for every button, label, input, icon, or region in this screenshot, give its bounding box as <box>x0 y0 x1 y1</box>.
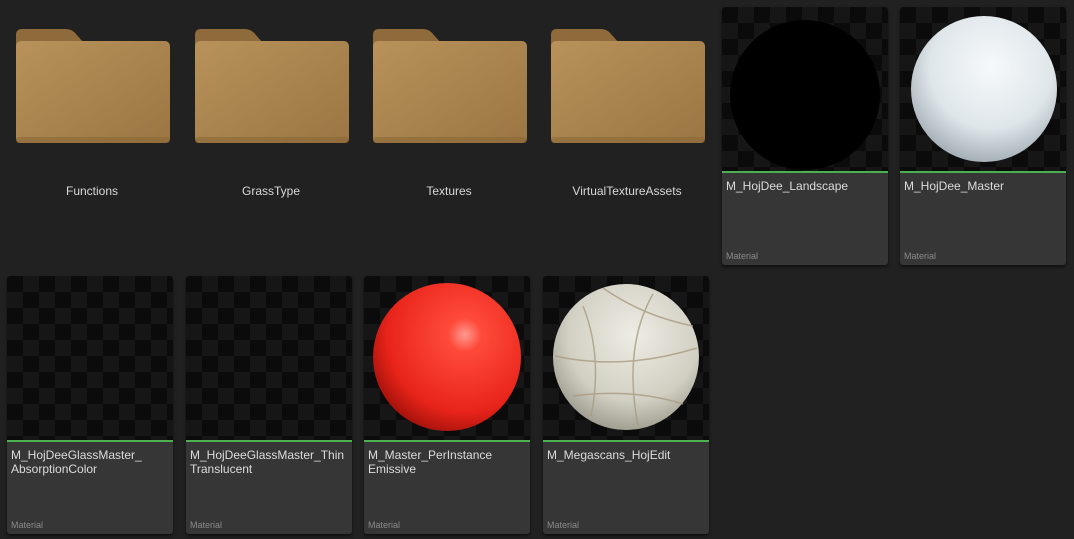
asset-tile-m-hojdeeglassmaster-absorptioncolor[interactable]: M_HojDeeGlassMaster_ AbsorptionColor Mat… <box>7 276 173 534</box>
asset-name: M_HojDee_Landscape <box>726 179 849 193</box>
asset-tile-m-master-perinstance-emissive[interactable]: M_Master_PerInstance Emissive Material <box>364 276 530 534</box>
folder-icon <box>373 29 527 143</box>
red-sphere-preview <box>373 283 521 431</box>
folder-label: VirtualTextureAssets <box>572 184 682 198</box>
folder-textures[interactable]: Textures <box>371 7 527 242</box>
folder-grasstype[interactable]: GrassType <box>193 7 349 242</box>
folder-icon <box>551 29 705 143</box>
asset-tile-m-hojdee-landscape[interactable]: M_HojDee_Landscape Material <box>722 7 888 265</box>
asset-type-label: Material <box>547 520 580 530</box>
asset-name: M_HojDee_Master <box>904 179 1005 193</box>
asset-type-color-bar <box>7 440 173 442</box>
folder-icon <box>16 29 170 143</box>
asset-type-label: Material <box>11 520 44 530</box>
material-thumbnail <box>364 276 530 440</box>
asset-type-color-bar <box>722 171 888 173</box>
asset-tile-m-hojdee-master[interactable]: M_HojDee_Master Material <box>900 7 1066 265</box>
folder-label: Textures <box>426 184 472 198</box>
material-thumbnail <box>7 276 173 440</box>
asset-type-label: Material <box>904 251 937 261</box>
folder-virtualtextureassets[interactable]: VirtualTextureAssets <box>549 7 705 242</box>
asset-tile-m-megascans-hojedit[interactable]: M_Megascans_HojEdit Material <box>543 276 709 534</box>
asset-type-color-bar <box>186 440 352 442</box>
asset-name: M_HojDeeGlassMaster_Thin Translucent <box>190 448 345 476</box>
stone-sphere-preview <box>553 284 699 430</box>
asset-tile-m-hojdeeglassmaster-thintranslucent[interactable]: M_HojDeeGlassMaster_Thin Translucent Mat… <box>186 276 352 534</box>
asset-type-color-bar <box>364 440 530 442</box>
asset-type-label: Material <box>190 520 223 530</box>
asset-type-label: Material <box>368 520 401 530</box>
folder-functions[interactable]: Functions <box>14 7 170 242</box>
asset-type-color-bar <box>543 440 709 442</box>
material-thumbnail <box>543 276 709 440</box>
asset-type-color-bar <box>900 171 1066 173</box>
white-sphere-preview <box>911 16 1057 162</box>
folder-label: GrassType <box>241 184 301 198</box>
asset-name: M_HojDeeGlassMaster_ AbsorptionColor <box>11 448 142 476</box>
folder-icon <box>195 29 349 143</box>
asset-name: M_Megascans_HojEdit <box>547 448 671 462</box>
black-sphere-preview <box>730 20 880 170</box>
asset-name: M_Master_PerInstance Emissive <box>368 448 493 476</box>
material-thumbnail <box>186 276 352 440</box>
folder-label: Functions <box>65 184 119 198</box>
material-thumbnail <box>900 7 1066 171</box>
asset-type-label: Material <box>726 251 759 261</box>
material-thumbnail <box>722 7 888 171</box>
